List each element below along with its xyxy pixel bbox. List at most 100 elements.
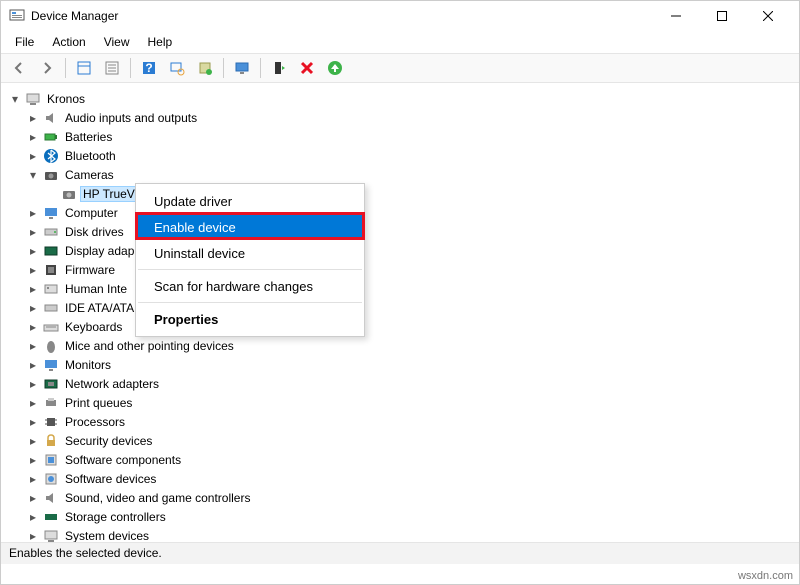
caret-right-icon[interactable]: ▸ xyxy=(27,225,39,239)
scan-hardware-icon[interactable] xyxy=(165,56,189,80)
context-separator xyxy=(138,302,362,303)
tree-root[interactable]: ▾ Kronos xyxy=(5,89,795,108)
caret-right-icon[interactable]: ▸ xyxy=(27,130,39,144)
monitor-icon[interactable] xyxy=(230,56,254,80)
tree-label: Print queues xyxy=(63,396,134,410)
menu-action[interactable]: Action xyxy=(44,33,93,51)
tree-item-processors[interactable]: ▸Processors xyxy=(5,412,795,431)
help-icon[interactable]: ? xyxy=(137,56,161,80)
back-button[interactable] xyxy=(7,56,31,80)
caret-right-icon[interactable]: ▸ xyxy=(27,510,39,524)
caret-right-icon[interactable]: ▸ xyxy=(27,358,39,372)
tree-label: Human Inte xyxy=(63,282,129,296)
tree-label: Software devices xyxy=(63,472,158,486)
window-title: Device Manager xyxy=(31,9,653,23)
tree-item-bluetooth[interactable]: ▸Bluetooth xyxy=(5,146,795,165)
caret-right-icon[interactable]: ▸ xyxy=(27,301,39,315)
mouse-icon xyxy=(43,338,59,354)
cpu-icon xyxy=(43,414,59,430)
tree-item-sound[interactable]: ▸ Sound, video and game controllers xyxy=(5,488,795,507)
storage-icon xyxy=(43,509,59,525)
menu-file[interactable]: File xyxy=(7,33,42,51)
tree-item-display[interactable]: ▸ Display adap xyxy=(5,241,795,260)
tree-item-computer[interactable]: ▸Computer xyxy=(5,203,795,222)
caret-right-icon[interactable]: ▸ xyxy=(27,206,39,220)
caret-right-icon[interactable]: ▸ xyxy=(27,377,39,391)
tree-item-keyboards[interactable]: ▸Keyboards xyxy=(5,317,795,336)
tree-item-firmware[interactable]: ▸Firmware xyxy=(5,260,795,279)
tree-item-storage[interactable]: ▸Storage controllers xyxy=(5,507,795,526)
window-controls xyxy=(653,1,791,31)
caret-right-icon[interactable]: ▸ xyxy=(27,282,39,296)
caret-right-icon[interactable]: ▸ xyxy=(27,149,39,163)
context-menu: Update driver Enable device Uninstall de… xyxy=(135,183,365,337)
tree-item-network[interactable]: ▸Network adapters xyxy=(5,374,795,393)
toolbar: ? xyxy=(1,53,799,83)
tree-item-cameras[interactable]: ▾Cameras xyxy=(5,165,795,184)
properties-icon[interactable] xyxy=(100,56,124,80)
tree-label: Audio inputs and outputs xyxy=(63,111,199,125)
caret-right-icon[interactable]: ▸ xyxy=(27,244,39,258)
watermark: wsxdn.com xyxy=(738,570,793,582)
monitor-icon xyxy=(43,205,59,221)
add-hardware-icon[interactable] xyxy=(323,56,347,80)
caret-right-icon[interactable]: ▸ xyxy=(27,339,39,353)
enable-device-icon[interactable] xyxy=(267,56,291,80)
caret-right-icon[interactable]: ▸ xyxy=(27,453,39,467)
context-update-driver[interactable]: Update driver xyxy=(136,188,364,214)
status-bar: Enables the selected device. xyxy=(1,542,799,564)
toolbar-separator xyxy=(223,58,224,78)
tree-item-batteries[interactable]: ▸Batteries xyxy=(5,127,795,146)
caret-right-icon[interactable]: ▸ xyxy=(27,320,39,334)
uninstall-device-icon[interactable] xyxy=(295,56,319,80)
caret-right-icon[interactable]: ▸ xyxy=(27,111,39,125)
context-scan-hardware[interactable]: Scan for hardware changes xyxy=(136,273,364,299)
tree-label: Software components xyxy=(63,453,183,467)
svg-text:?: ? xyxy=(145,61,152,75)
tree-item-software-devices[interactable]: ▸ Software devices xyxy=(5,469,795,488)
tree-item-camera-device[interactable]: HP TrueV xyxy=(5,184,795,203)
tree-item-security[interactable]: ▸Security devices xyxy=(5,431,795,450)
caret-right-icon[interactable]: ▸ xyxy=(27,415,39,429)
maximize-button[interactable] xyxy=(699,1,745,31)
tree-label: HP TrueV xyxy=(81,187,137,201)
tree-item-hid[interactable]: ▸ Human Inte xyxy=(5,279,795,298)
tree-item-mice[interactable]: ▸ Mice and other pointing devices xyxy=(5,336,795,355)
context-separator xyxy=(138,269,362,270)
caret-down-icon[interactable]: ▾ xyxy=(27,168,39,182)
app-icon xyxy=(9,8,25,24)
tree-item-monitors[interactable]: ▸Monitors xyxy=(5,355,795,374)
caret-right-icon[interactable]: ▸ xyxy=(27,529,39,543)
bluetooth-icon xyxy=(43,148,59,164)
network-icon xyxy=(43,376,59,392)
tree-item-software-components[interactable]: ▸ Software components xyxy=(5,450,795,469)
caret-down-icon[interactable]: ▾ xyxy=(9,92,21,106)
tree-item-disk[interactable]: ▸Disk drives xyxy=(5,222,795,241)
tree-label: Sound, video and game controllers xyxy=(63,491,252,505)
tree-item-print[interactable]: ▸ Print queues xyxy=(5,393,795,412)
show-hide-console-icon[interactable] xyxy=(72,56,96,80)
caret-right-icon[interactable]: ▸ xyxy=(27,263,39,277)
tree-item-ide[interactable]: ▸IDE ATA/ATA xyxy=(5,298,795,317)
caret-right-icon[interactable]: ▸ xyxy=(27,472,39,486)
context-properties[interactable]: Properties xyxy=(136,306,364,332)
minimize-button[interactable] xyxy=(653,1,699,31)
caret-right-icon[interactable]: ▸ xyxy=(27,434,39,448)
tree-label: Mice and other pointing devices xyxy=(63,339,236,353)
caret-right-icon[interactable]: ▸ xyxy=(27,396,39,410)
device-tree[interactable]: ▾ Kronos ▸ Audio inputs and outputs ▸Batt… xyxy=(1,83,799,553)
menu-help[interactable]: Help xyxy=(140,33,181,51)
tree-item-audio[interactable]: ▸ Audio inputs and outputs xyxy=(5,108,795,127)
speaker-icon xyxy=(43,490,59,506)
computer-icon xyxy=(25,91,41,107)
caret-right-icon[interactable]: ▸ xyxy=(27,491,39,505)
forward-button[interactable] xyxy=(35,56,59,80)
context-enable-device[interactable]: Enable device xyxy=(136,214,364,240)
close-button[interactable] xyxy=(745,1,791,31)
monitor-icon xyxy=(43,357,59,373)
toolbar-separator xyxy=(65,58,66,78)
tree-label: Display adap xyxy=(63,244,136,258)
context-uninstall-device[interactable]: Uninstall device xyxy=(136,240,364,266)
menu-view[interactable]: View xyxy=(96,33,138,51)
update-driver-icon[interactable] xyxy=(193,56,217,80)
